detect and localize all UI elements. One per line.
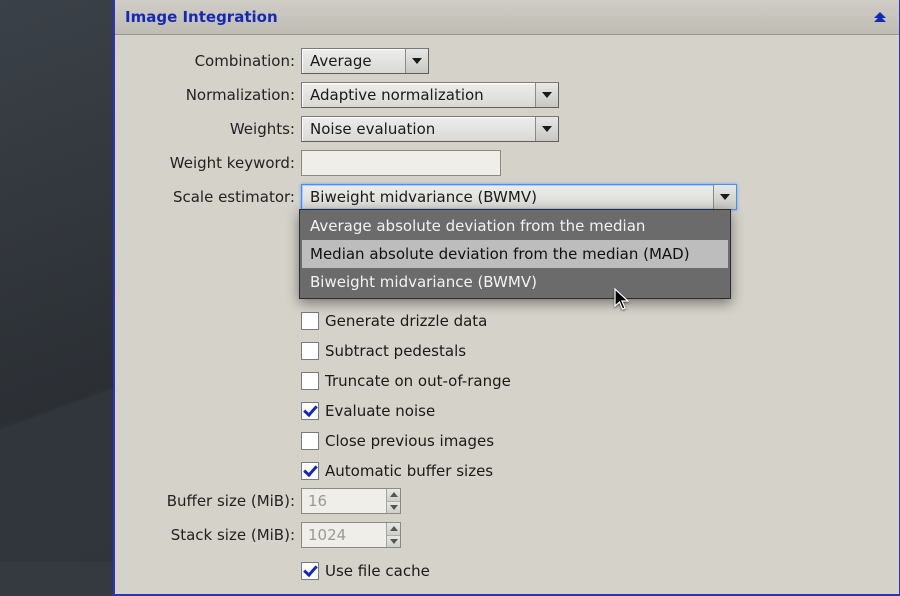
scale-estimator-select[interactable]: Biweight midvariance (BWMV)	[301, 184, 737, 210]
buffer-size-stepper[interactable]	[301, 488, 401, 514]
use-file-cache-checkbox[interactable]: Use file cache	[301, 560, 891, 582]
stepper-buttons[interactable]	[386, 489, 400, 513]
normalization-select[interactable]: Adaptive normalization	[301, 82, 559, 108]
checkbox-icon	[301, 432, 319, 450]
truncate-oor-checkbox[interactable]: Truncate on out-of-range	[301, 370, 891, 392]
stack-size-value	[302, 523, 386, 547]
scale-estimator-dropdown[interactable]: Average absolute deviation from the medi…	[299, 209, 731, 299]
normalization-value: Adaptive normalization	[302, 86, 535, 104]
step-up-icon[interactable]	[387, 523, 400, 535]
checkbox-icon	[301, 402, 319, 420]
weight-keyword-input[interactable]	[301, 150, 501, 176]
stack-size-label: Stack size (MiB):	[123, 526, 301, 544]
weight-keyword-label: Weight keyword:	[123, 154, 301, 172]
collapse-up-icon[interactable]	[871, 8, 889, 26]
chevron-down-icon	[535, 83, 558, 107]
dropdown-option[interactable]: Average absolute deviation from the medi…	[302, 212, 728, 240]
chevron-down-icon	[713, 185, 736, 209]
combination-value: Average	[302, 52, 405, 70]
normalization-label: Normalization:	[123, 86, 301, 104]
chevron-down-icon	[535, 117, 558, 141]
combination-select[interactable]: Average	[301, 48, 429, 74]
section-header[interactable]: Image Integration	[115, 0, 899, 35]
stepper-buttons[interactable]	[386, 523, 400, 547]
generate-drizzle-label: Generate drizzle data	[325, 312, 487, 330]
truncate-oor-label: Truncate on out-of-range	[325, 372, 511, 390]
checkbox-icon	[301, 312, 319, 330]
use-file-cache-label: Use file cache	[325, 562, 430, 580]
buffer-size-label: Buffer size (MiB):	[123, 492, 301, 510]
checkbox-icon	[301, 342, 319, 360]
options-checkbox-group: Generate drizzle data Subtract pedestals…	[301, 306, 891, 486]
chevron-down-icon	[405, 49, 428, 73]
weights-label: Weights:	[123, 120, 301, 138]
section-title: Image Integration	[125, 8, 278, 26]
checkbox-icon	[301, 372, 319, 390]
subtract-pedestals-checkbox[interactable]: Subtract pedestals	[301, 340, 891, 362]
scale-estimator-value: Biweight midvariance (BWMV)	[302, 188, 713, 206]
weights-value: Noise evaluation	[302, 120, 535, 138]
dropdown-option[interactable]: Biweight midvariance (BWMV)	[302, 268, 728, 296]
generate-drizzle-checkbox[interactable]: Generate drizzle data	[301, 310, 891, 332]
auto-buffer-label: Automatic buffer sizes	[325, 462, 493, 480]
scale-estimator-label: Scale estimator:	[123, 188, 301, 206]
checkbox-icon	[301, 562, 319, 580]
buffer-size-value	[302, 489, 386, 513]
step-down-icon[interactable]	[387, 501, 400, 514]
close-previous-label: Close previous images	[325, 432, 494, 450]
close-previous-checkbox[interactable]: Close previous images	[301, 430, 891, 452]
evaluate-noise-checkbox[interactable]: Evaluate noise	[301, 400, 891, 422]
form-area: Combination: Average Normalization: Adap…	[115, 35, 899, 594]
dropdown-option[interactable]: Median absolute deviation from the media…	[302, 240, 728, 268]
step-down-icon[interactable]	[387, 535, 400, 548]
subtract-pedestals-label: Subtract pedestals	[325, 342, 466, 360]
weights-select[interactable]: Noise evaluation	[301, 116, 559, 142]
step-up-icon[interactable]	[387, 489, 400, 501]
evaluate-noise-label: Evaluate noise	[325, 402, 435, 420]
auto-buffer-checkbox[interactable]: Automatic buffer sizes	[301, 460, 891, 482]
combination-label: Combination:	[123, 52, 301, 70]
checkbox-icon	[301, 462, 319, 480]
stack-size-stepper[interactable]	[301, 522, 401, 548]
